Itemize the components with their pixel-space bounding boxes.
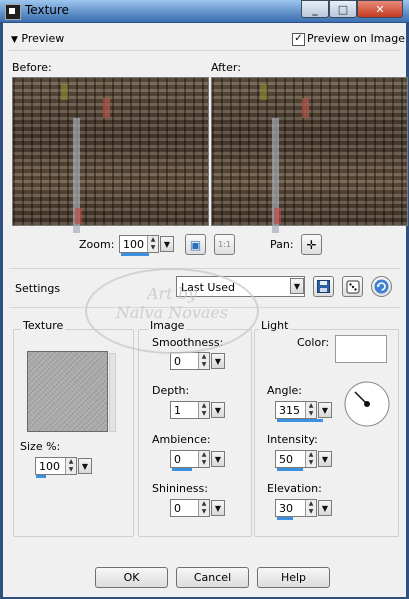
app-icon [5,4,21,20]
ambience-spinner-arrows[interactable]: ▲ ▼ [198,451,209,467]
depth-input[interactable]: 1 ▲ ▼ [170,401,210,419]
shininess-input[interactable]: 0 ▲ ▼ [170,499,210,517]
ambience-slider-fill [172,468,192,471]
shininess-spinner-arrows[interactable]: ▲ ▼ [198,500,209,516]
ambience-input[interactable]: 0 ▲ ▼ [170,450,210,468]
preset-dropdown-button[interactable]: ▼ [290,278,304,294]
intensity-label: Intensity: [267,433,318,446]
texture-swatch-scrollbar[interactable] [109,353,116,432]
depth-dropdown-button[interactable]: ▼ [211,402,225,418]
ambience-dropdown-button[interactable]: ▼ [211,451,225,467]
title-bar: Texture _ □ ✕ [0,0,409,23]
divider [9,268,400,269]
after-label: After: [211,61,241,74]
floppy-disk-icon [317,280,330,293]
fit-icon: ▣ [189,237,202,252]
help-button[interactable]: Help [257,567,330,588]
color-label: Color: [297,336,330,349]
randomize-button[interactable] [342,276,363,297]
zoom-label: Zoom: [79,238,115,251]
angle-label: Angle: [267,384,303,397]
light-color-swatch[interactable] [335,335,387,363]
triangle-down-icon: ▼ [11,35,18,45]
window-title: Texture [25,3,69,17]
dice-icon [346,280,359,293]
intensity-dropdown-button[interactable]: ▼ [318,451,332,467]
elevation-input[interactable]: 30 ▲ ▼ [275,499,317,517]
zoom-slider-fill [121,253,149,256]
elevation-slider-fill [277,517,293,520]
before-label: Before: [12,61,52,74]
angle-input[interactable]: 315 ▲ ▼ [275,401,317,419]
ambience-label: Ambience: [152,433,211,446]
angle-slider-fill [277,419,323,422]
depth-spinner-arrows[interactable]: ▲ ▼ [198,402,209,418]
elevation-dropdown-button[interactable]: ▼ [318,500,332,516]
settings-label: Settings [15,282,61,295]
intensity-spinner-arrows[interactable]: ▲ ▼ [305,451,316,467]
reset-button[interactable] [371,276,392,297]
shininess-label: Shininess: [152,482,208,495]
smoothness-dropdown-button[interactable]: ▼ [211,353,225,369]
preview-label: Preview [21,32,65,45]
reset-arrow-icon [374,279,389,294]
size-slider-track [36,475,76,478]
size-input[interactable]: 100 ▲ ▼ [35,457,77,475]
texture-group-label: Texture [21,319,66,332]
smoothness-spinner-arrows[interactable]: ▲ ▼ [198,353,209,369]
angle-spinner-arrows[interactable]: ▲ ▼ [305,402,316,418]
minimize-button[interactable]: _ [301,0,329,18]
close-button[interactable]: ✕ [357,0,403,18]
elevation-spinner-arrows[interactable]: ▲ ▼ [305,500,316,516]
angle-dropdown-button[interactable]: ▼ [318,402,332,418]
size-label: Size %: [20,440,61,453]
texture-swatch[interactable] [27,351,108,432]
fit-zoom-button[interactable]: ▣ [185,234,206,255]
intensity-input[interactable]: 50 ▲ ▼ [275,450,317,468]
preview-on-image-checkbox[interactable]: ✓ [292,33,305,46]
angle-dial[interactable] [343,380,391,428]
zoom-dropdown-button[interactable]: ▼ [160,236,174,252]
save-preset-button[interactable] [313,276,334,297]
ok-button[interactable]: OK [95,567,168,588]
intensity-slider-fill [277,468,303,471]
shininess-dropdown-button[interactable]: ▼ [211,500,225,516]
pan-label: Pan: [270,238,294,251]
depth-label: Depth: [152,384,190,397]
cancel-button[interactable]: Cancel [176,567,249,588]
size-dropdown-button[interactable]: ▼ [78,458,92,474]
zoom-spinner-arrows[interactable]: ▲ ▼ [147,236,158,252]
size-slider-fill [36,475,46,478]
preview-on-image-label: Preview on Image [307,32,405,45]
pan-button[interactable]: ✛ [301,234,322,255]
zoom-input[interactable]: 100 ▲ ▼ [119,235,159,253]
smoothness-input[interactable]: 0 ▲ ▼ [170,352,210,370]
actual-size-button[interactable]: 1:1 [214,234,235,255]
light-group-label: Light [259,319,291,332]
watermark-stamp: Art by Nalva Novaes [85,268,259,354]
after-preview-image [211,77,408,233]
size-spinner-arrows[interactable]: ▲ ▼ [65,458,76,474]
before-preview-image [12,77,209,233]
maximize-button[interactable]: □ [329,0,357,18]
divider [9,50,400,51]
elevation-label: Elevation: [267,482,322,495]
move-icon: ✛ [306,237,317,252]
preview-toggle[interactable]: ▼ Preview [11,32,64,45]
